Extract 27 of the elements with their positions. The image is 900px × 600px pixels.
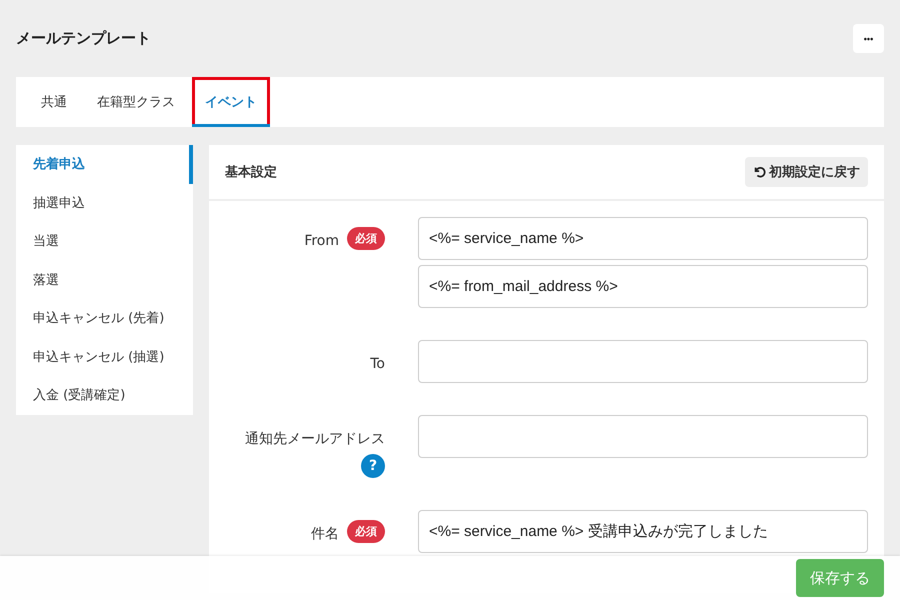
page-title: メールテンプレート xyxy=(16,29,151,48)
tab[interactable]: 共通 xyxy=(28,77,80,124)
sidebar-item[interactable]: 申込キャンセル (抽選) xyxy=(16,338,193,376)
sidebar-item[interactable]: 申込キャンセル (先着) xyxy=(16,299,193,338)
help-icon[interactable]: ? xyxy=(361,454,385,478)
field-label: 通知先メールアドレス xyxy=(245,431,385,447)
field-label: To xyxy=(370,356,385,372)
more-button[interactable]: ••• xyxy=(853,24,884,53)
field-label: From xyxy=(304,233,339,249)
input-field[interactable] xyxy=(418,415,868,458)
required-badge: 必須 xyxy=(347,227,385,250)
undo-icon xyxy=(753,165,767,179)
sidebar-item[interactable]: 落選 xyxy=(16,260,193,299)
input-field[interactable]: <%= service_name %> xyxy=(418,217,868,260)
required-badge: 必須 xyxy=(347,520,385,543)
tab[interactable]: イベント xyxy=(192,77,270,124)
reset-button[interactable]: 初期設定に戻す xyxy=(745,157,868,187)
field-label: 件名 xyxy=(311,526,339,542)
input-field[interactable] xyxy=(418,340,868,383)
input-field[interactable]: <%= service_name %> 受講申込みが完了しました xyxy=(418,510,868,553)
input-field[interactable]: <%= from_mail_address %> xyxy=(418,265,868,308)
sidebar-item[interactable]: 入金 (受講確定) xyxy=(16,376,193,414)
sidebar-item[interactable]: 先着申込 xyxy=(16,145,193,184)
sidebar-item[interactable]: 当選 xyxy=(16,222,193,260)
tab[interactable]: 在籍型クラス xyxy=(84,77,188,124)
panel-title: 基本設定 xyxy=(225,164,277,181)
sidebar-item[interactable]: 抽選申込 xyxy=(16,184,193,222)
